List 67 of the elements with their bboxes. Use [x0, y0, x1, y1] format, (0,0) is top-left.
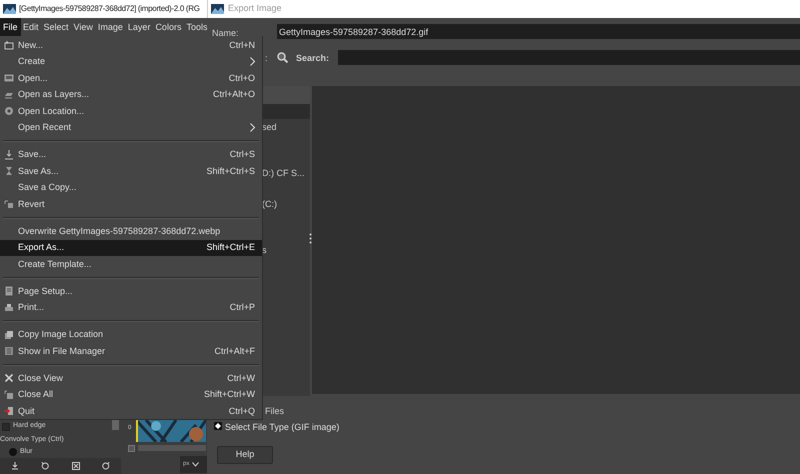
- file-type-label[interactable]: Select File Type (GIF image): [225, 421, 340, 434]
- menu-item[interactable]: Overwrite GettyImages-597589287-368dd72.webp: [0, 223, 262, 240]
- menu-item[interactable]: Close View Ctrl+W: [0, 370, 262, 386]
- hourglass-icon: [4, 166, 14, 176]
- exit-icon: [4, 406, 14, 416]
- menu-item[interactable]: Save... Ctrl+S: [0, 146, 262, 163]
- place-item[interactable]: sed: [262, 119, 277, 135]
- restore-icon[interactable]: [102, 462, 110, 470]
- menu-item[interactable]: Open Location...: [0, 103, 262, 120]
- menu-item[interactable]: Close All Shift+Ctrl+W: [0, 386, 262, 403]
- close-icon: [4, 373, 14, 384]
- delete-icon[interactable]: [72, 462, 80, 470]
- menu-item[interactable]: Edit: [20, 18, 42, 36]
- window-title: Export Image: [228, 2, 282, 16]
- folder-label: :: [265, 52, 268, 65]
- menu-item[interactable]: View: [71, 18, 96, 36]
- option-label: Files: [265, 405, 284, 418]
- expander-icon[interactable]: [214, 422, 222, 430]
- page-icon: [4, 286, 14, 296]
- revert-icon: [4, 199, 14, 210]
- menu-item[interactable]: Image: [95, 18, 126, 36]
- image-icon: [4, 73, 14, 84]
- chevron-icon: [192, 462, 200, 467]
- reset-icon[interactable]: [41, 462, 50, 470]
- name-field[interactable]: GettyImages-597589287-368dd72.gif: [277, 24, 800, 39]
- menu-item[interactable]: Open... Ctrl+O: [0, 70, 262, 86]
- window-title: [GettyImages-597589287-368dd72] (imported)-2.0 (RG: [19, 3, 200, 15]
- menu-item[interactable]: Save As... Shift+Ctrl+S: [0, 163, 262, 180]
- menu-item[interactable]: Print... Ctrl+P: [0, 300, 262, 316]
- app-icon: [211, 4, 224, 14]
- pane-handle-icon[interactable]: [309, 233, 312, 244]
- help-button[interactable]: Help: [217, 446, 273, 464]
- menu-item[interactable]: Select: [41, 18, 72, 36]
- menu-item[interactable]: Create: [0, 54, 262, 70]
- radio-button[interactable]: [9, 448, 17, 456]
- menu-item[interactable]: Page Setup...: [0, 283, 262, 300]
- selected-row[interactable]: [262, 104, 310, 119]
- menu-item[interactable]: Revert: [0, 196, 262, 212]
- menu-item[interactable]: Export As... Shift+Ctrl+E: [0, 240, 262, 256]
- search-label: Search:: [296, 52, 330, 65]
- search-icon: [277, 52, 288, 63]
- scrollbar[interactable]: [112, 420, 119, 430]
- new-icon: [4, 40, 14, 50]
- menu-item[interactable]: Create Template...: [0, 256, 262, 272]
- search-field[interactable]: [338, 50, 800, 65]
- menu-item[interactable]: Layer: [125, 18, 153, 36]
- menu-item[interactable]: File: [0, 18, 21, 36]
- menu-item[interactable]: Show in File Manager Ctrl+Alt+F: [0, 343, 262, 360]
- menu-item[interactable]: Quit Ctrl+Q: [0, 403, 262, 420]
- menu-item[interactable]: Open as Layers... Ctrl+Alt+O: [0, 86, 262, 103]
- app-icon: [3, 4, 16, 14]
- name-label: Name:: [212, 27, 239, 40]
- printer-icon: [4, 302, 14, 313]
- save-icon: [4, 150, 14, 160]
- file-manager-icon: [4, 346, 14, 356]
- scrollbar[interactable]: [138, 445, 206, 451]
- menu-item[interactable]: Save a Copy...: [0, 180, 262, 196]
- copy-icon: [4, 330, 14, 340]
- windows-icon: [4, 390, 14, 400]
- menu-item[interactable]: Copy Image Location: [0, 326, 262, 343]
- checkbox[interactable]: [128, 445, 135, 452]
- menu-item[interactable]: Colors: [152, 18, 184, 36]
- save-icon[interactable]: [11, 462, 20, 470]
- checkbox[interactable]: [2, 422, 10, 430]
- menu-item[interactable]: Open Recent: [0, 120, 262, 136]
- menu-item[interactable]: Tools: [184, 18, 210, 36]
- menu-item[interactable]: New... Ctrl+N: [0, 37, 262, 54]
